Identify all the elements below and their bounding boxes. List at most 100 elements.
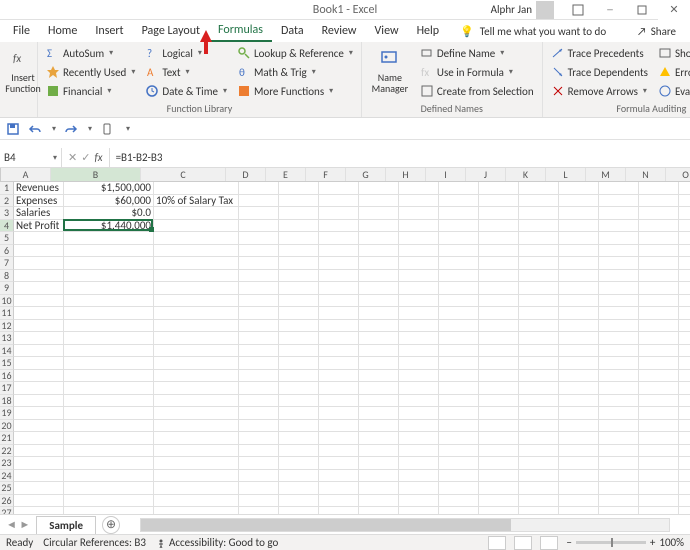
cell-N16[interactable] [639, 370, 679, 383]
cell-K26[interactable] [519, 495, 559, 508]
cell-N1[interactable] [639, 182, 679, 195]
cell-C18[interactable] [154, 395, 239, 408]
cell-I21[interactable] [439, 432, 479, 445]
financial-button[interactable]: Financial▾ [44, 82, 137, 100]
cell-D20[interactable] [239, 420, 279, 433]
cell-O12[interactable] [679, 320, 690, 333]
cell-M5[interactable] [599, 232, 639, 245]
cell-A9[interactable] [14, 282, 64, 295]
cell-K14[interactable] [519, 345, 559, 358]
cell-O9[interactable] [679, 282, 690, 295]
cell-N19[interactable] [639, 407, 679, 420]
normal-view-button[interactable] [488, 536, 506, 550]
cell-A13[interactable] [14, 332, 64, 345]
cell-B10[interactable] [64, 295, 154, 308]
cell-D8[interactable] [239, 270, 279, 283]
cell-I1[interactable] [439, 182, 479, 195]
cell-G17[interactable] [359, 382, 399, 395]
cell-D11[interactable] [239, 307, 279, 320]
cell-M3[interactable] [599, 207, 639, 220]
cell-O23[interactable] [679, 457, 690, 470]
cell-D13[interactable] [239, 332, 279, 345]
page-layout-view-button[interactable] [514, 536, 532, 550]
zoom-out-icon[interactable]: − [566, 536, 571, 549]
cell-F21[interactable] [319, 432, 359, 445]
cell-A22[interactable] [14, 445, 64, 458]
cell-D12[interactable] [239, 320, 279, 333]
cell-K8[interactable] [519, 270, 559, 283]
cell-C27[interactable] [154, 507, 239, 514]
cell-M24[interactable] [599, 470, 639, 483]
cell-O5[interactable] [679, 232, 690, 245]
logical-button[interactable]: ?Logical▾ [143, 44, 229, 62]
cell-G12[interactable] [359, 320, 399, 333]
cell-G5[interactable] [359, 232, 399, 245]
sheet-nav[interactable]: ◄ ► [0, 518, 36, 531]
cell-O26[interactable] [679, 495, 690, 508]
cell-H14[interactable] [399, 345, 439, 358]
cell-D7[interactable] [239, 257, 279, 270]
cell-L11[interactable] [559, 307, 599, 320]
cell-D5[interactable] [239, 232, 279, 245]
cell-L7[interactable] [559, 257, 599, 270]
cell-C9[interactable] [154, 282, 239, 295]
cell-J27[interactable] [479, 507, 519, 514]
column-header-N[interactable]: N [626, 168, 666, 181]
cell-M10[interactable] [599, 295, 639, 308]
cell-D10[interactable] [239, 295, 279, 308]
redo-dropdown[interactable]: ▾ [88, 124, 92, 134]
cell-F3[interactable] [319, 207, 359, 220]
cell-E6[interactable] [279, 245, 319, 258]
cell-H8[interactable] [399, 270, 439, 283]
cell-E25[interactable] [279, 482, 319, 495]
cell-B17[interactable] [64, 382, 154, 395]
cell-K12[interactable] [519, 320, 559, 333]
cell-F9[interactable] [319, 282, 359, 295]
cell-O25[interactable] [679, 482, 690, 495]
zoom-in-icon[interactable]: + [650, 536, 655, 549]
tab-pagelayout[interactable]: Page Layout [133, 21, 209, 41]
cell-C16[interactable] [154, 370, 239, 383]
cell-E20[interactable] [279, 420, 319, 433]
cell-N23[interactable] [639, 457, 679, 470]
cell-I13[interactable] [439, 332, 479, 345]
cell-N12[interactable] [639, 320, 679, 333]
cell-E21[interactable] [279, 432, 319, 445]
cell-M27[interactable] [599, 507, 639, 514]
cell-M12[interactable] [599, 320, 639, 333]
cell-J21[interactable] [479, 432, 519, 445]
cell-J8[interactable] [479, 270, 519, 283]
cell-O15[interactable] [679, 357, 690, 370]
cell-F10[interactable] [319, 295, 359, 308]
cell-J14[interactable] [479, 345, 519, 358]
cell-L20[interactable] [559, 420, 599, 433]
cell-G9[interactable] [359, 282, 399, 295]
cell-G3[interactable] [359, 207, 399, 220]
column-header-D[interactable]: D [226, 168, 266, 181]
cell-M26[interactable] [599, 495, 639, 508]
cell-C1[interactable] [154, 182, 239, 195]
cell-L16[interactable] [559, 370, 599, 383]
cell-C17[interactable] [154, 382, 239, 395]
cell-F7[interactable] [319, 257, 359, 270]
row-header-5[interactable]: 5 [0, 232, 14, 245]
cell-I20[interactable] [439, 420, 479, 433]
cell-H25[interactable] [399, 482, 439, 495]
cell-B11[interactable] [64, 307, 154, 320]
cell-G20[interactable] [359, 420, 399, 433]
fx-icon[interactable]: fx [94, 151, 102, 164]
cell-F15[interactable] [319, 357, 359, 370]
cell-H6[interactable] [399, 245, 439, 258]
row-header-1[interactable]: 1 [0, 182, 14, 195]
cell-J5[interactable] [479, 232, 519, 245]
cell-E8[interactable] [279, 270, 319, 283]
cell-L2[interactable] [559, 195, 599, 208]
cell-D9[interactable] [239, 282, 279, 295]
tab-view[interactable]: View [366, 21, 408, 41]
redo-icon[interactable] [64, 122, 78, 136]
cell-E19[interactable] [279, 407, 319, 420]
cell-B4[interactable]: $1,440,000 [64, 220, 154, 233]
cell-F13[interactable] [319, 332, 359, 345]
cell-O19[interactable] [679, 407, 690, 420]
lookup-button[interactable]: Lookup & Reference▾ [235, 44, 355, 62]
